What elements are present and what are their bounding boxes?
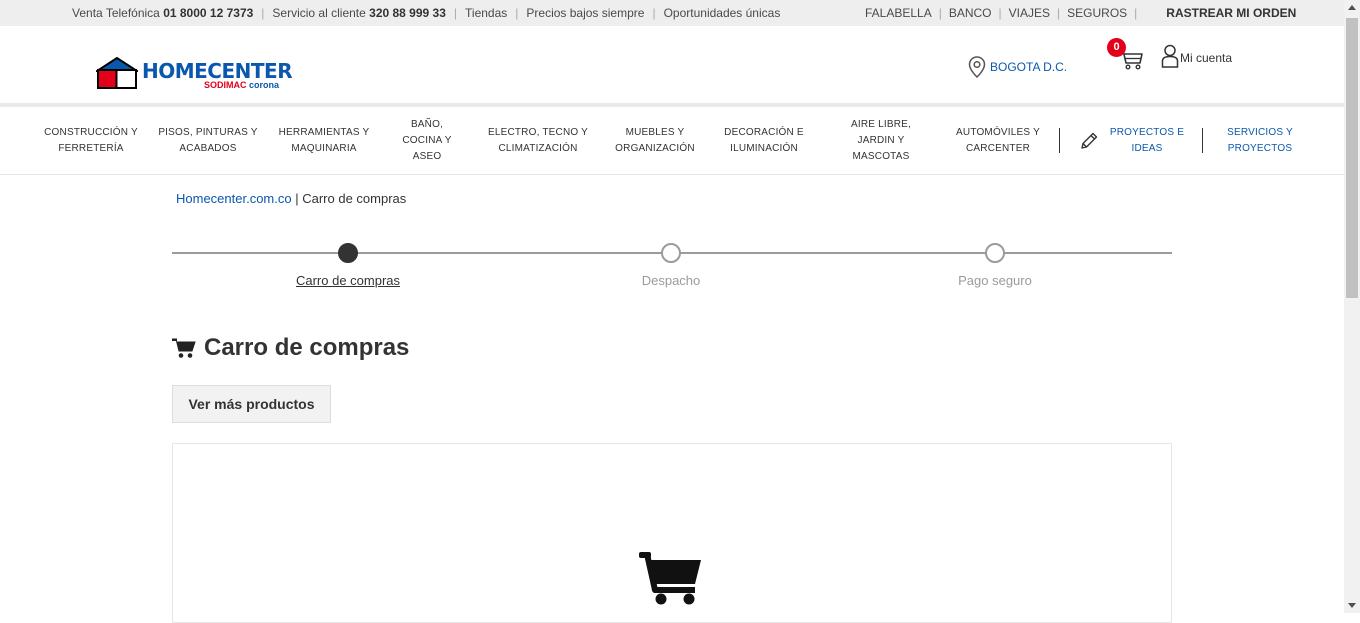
location-label: BOGOTA D.C.: [990, 60, 1068, 74]
tiendas-link[interactable]: Tiendas: [465, 6, 507, 20]
nav-item-muebles[interactable]: MUEBLES Y ORGANIZACIÓN: [612, 107, 698, 175]
step-label-despacho: Despacho: [641, 273, 701, 288]
nav-item-pisos[interactable]: PISOS, PINTURAS Y ACABADOS: [158, 107, 258, 175]
nav-separator: [1202, 128, 1203, 153]
top-bar-left: Venta Telefónica 01 8000 12 7373 | Servi…: [72, 6, 780, 20]
precios-link[interactable]: Precios bajos siempre: [526, 6, 644, 20]
separator: |: [938, 6, 942, 20]
nav-item-proyectos[interactable]: PROYECTOS E IDEAS: [1076, 107, 1190, 175]
servicio-cliente[interactable]: Servicio al cliente 320 88 999 33: [272, 6, 445, 20]
oportunidades-link[interactable]: Oportunidades únicas: [664, 6, 781, 20]
house-logo-icon: [96, 57, 138, 89]
step-label-carro[interactable]: Carro de compras: [268, 273, 428, 288]
separator: |: [453, 6, 458, 20]
map-pin-icon: [968, 56, 986, 78]
step-dot-carro: [338, 243, 358, 263]
nav-item-decoracion[interactable]: DECORACIÓN E ILUMINACIÓN: [718, 107, 810, 175]
scroll-down-arrow-icon[interactable]: [1348, 603, 1356, 608]
nav-item-automoviles[interactable]: AUTOMÓVILES Y CARCENTER: [948, 107, 1048, 175]
breadcrumb-separator: |: [291, 191, 303, 206]
location-selector[interactable]: BOGOTA D.C.: [968, 56, 1067, 78]
nav-item-servicios[interactable]: SERVICIOS Y PROYECTOS: [1217, 107, 1303, 175]
shopping-cart-icon: [172, 338, 196, 358]
rastrear-orden-link[interactable]: RASTREAR MI ORDEN: [1166, 6, 1296, 20]
top-bar: Venta Telefónica 01 8000 12 7373 | Servi…: [0, 0, 1344, 26]
seguros-link[interactable]: SEGUROS: [1067, 6, 1127, 20]
step-dot-despacho: [661, 243, 681, 263]
empty-cart-icon: [639, 552, 701, 605]
banco-link[interactable]: BANCO: [949, 6, 992, 20]
scroll-up-arrow-icon[interactable]: [1348, 5, 1356, 10]
falabella-link[interactable]: FALABELLA: [865, 6, 932, 20]
venta-telefonica[interactable]: Venta Telefónica 01 8000 12 7373: [72, 6, 253, 20]
breadcrumb-current: Carro de compras: [302, 191, 407, 206]
separator: |: [1134, 6, 1138, 20]
separator: |: [515, 6, 519, 20]
nav-item-herramientas[interactable]: HERRAMIENTAS Y MAQUINARIA: [272, 107, 376, 175]
homecenter-logo[interactable]: HOMECENTER SODIMAC corona: [96, 57, 296, 91]
breadcrumb-home-link[interactable]: Homecenter.com.co: [176, 191, 292, 206]
separator: |: [1057, 6, 1061, 20]
ver-mas-productos-button[interactable]: Ver más productos: [172, 385, 331, 423]
breadcrumb: Homecenter.com.co | Carro de compras: [176, 191, 406, 206]
nav-separator: [1059, 128, 1060, 153]
nav-item-construccion[interactable]: CONSTRUCCIÓN Y FERRETERÍA: [40, 107, 142, 175]
separator: |: [998, 6, 1002, 20]
page-title: Carro de compras: [172, 334, 409, 362]
nav-item-electro[interactable]: ELECTRO, TECNO Y CLIMATIZACIÓN: [478, 107, 598, 175]
header: HOMECENTER SODIMAC corona BOGOTA D.C. 0 …: [0, 26, 1344, 104]
nav-item-bano[interactable]: BAÑO, COCINA Y ASEO: [397, 107, 457, 175]
top-bar-right: FALABELLA | BANCO | VIAJES | SEGUROS | R…: [865, 6, 1296, 20]
step-label-pago: Pago seguro: [958, 273, 1032, 288]
nav-proyectos-label: PROYECTOS E IDEAS: [1109, 127, 1185, 154]
scrollbar-thumb[interactable]: [1346, 18, 1358, 298]
cart-count-badge: 0: [1107, 38, 1126, 57]
separator: |: [261, 6, 265, 20]
account-menu[interactable]: Mi cuenta: [1161, 44, 1232, 68]
user-icon: [1161, 44, 1179, 68]
nav-item-aire-libre[interactable]: AIRE LIBRE, JARDIN Y MASCOTAS: [844, 107, 918, 175]
category-nav: CONSTRUCCIÓN Y FERRETERÍA PISOS, PINTURA…: [0, 107, 1344, 175]
viajes-link[interactable]: VIAJES: [1009, 6, 1050, 20]
logo-subtitle: SODIMAC corona: [204, 80, 280, 90]
pencil-icon: [1081, 132, 1098, 149]
step-dot-pago: [985, 243, 1005, 263]
page-title-text: Carro de compras: [204, 334, 410, 361]
account-label: Mi cuenta: [1180, 51, 1233, 65]
separator: |: [652, 6, 656, 20]
